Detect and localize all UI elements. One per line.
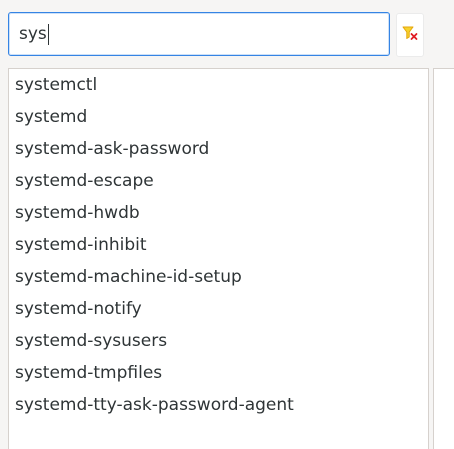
detail-panel <box>433 68 454 449</box>
search-input-value: sys <box>19 24 47 44</box>
list-item[interactable]: systemd <box>9 101 428 133</box>
list-item[interactable]: systemd-sysusers <box>9 325 428 357</box>
list-item[interactable]: systemd-tmpfiles <box>9 357 428 389</box>
command-filter-view: sys systemctl systemd systemd-ask-passwo… <box>0 0 454 449</box>
list-item[interactable]: systemd-notify <box>9 293 428 325</box>
results-list: systemctl systemd systemd-ask-password s… <box>8 68 429 449</box>
filter-clear-icon <box>401 24 419 46</box>
list-item[interactable]: systemctl <box>9 69 428 101</box>
search-input[interactable]: sys <box>8 12 390 56</box>
list-item[interactable]: systemd-inhibit <box>9 229 428 261</box>
list-item[interactable]: systemd-hwdb <box>9 197 428 229</box>
clear-filter-button[interactable] <box>396 13 424 57</box>
list-item[interactable]: systemd-ask-password <box>9 133 428 165</box>
list-item[interactable]: systemd-machine-id-setup <box>9 261 428 293</box>
text-caret <box>47 23 49 45</box>
list-item[interactable]: systemd-tty-ask-password-agent <box>9 389 428 421</box>
list-item[interactable]: systemd-escape <box>9 165 428 197</box>
